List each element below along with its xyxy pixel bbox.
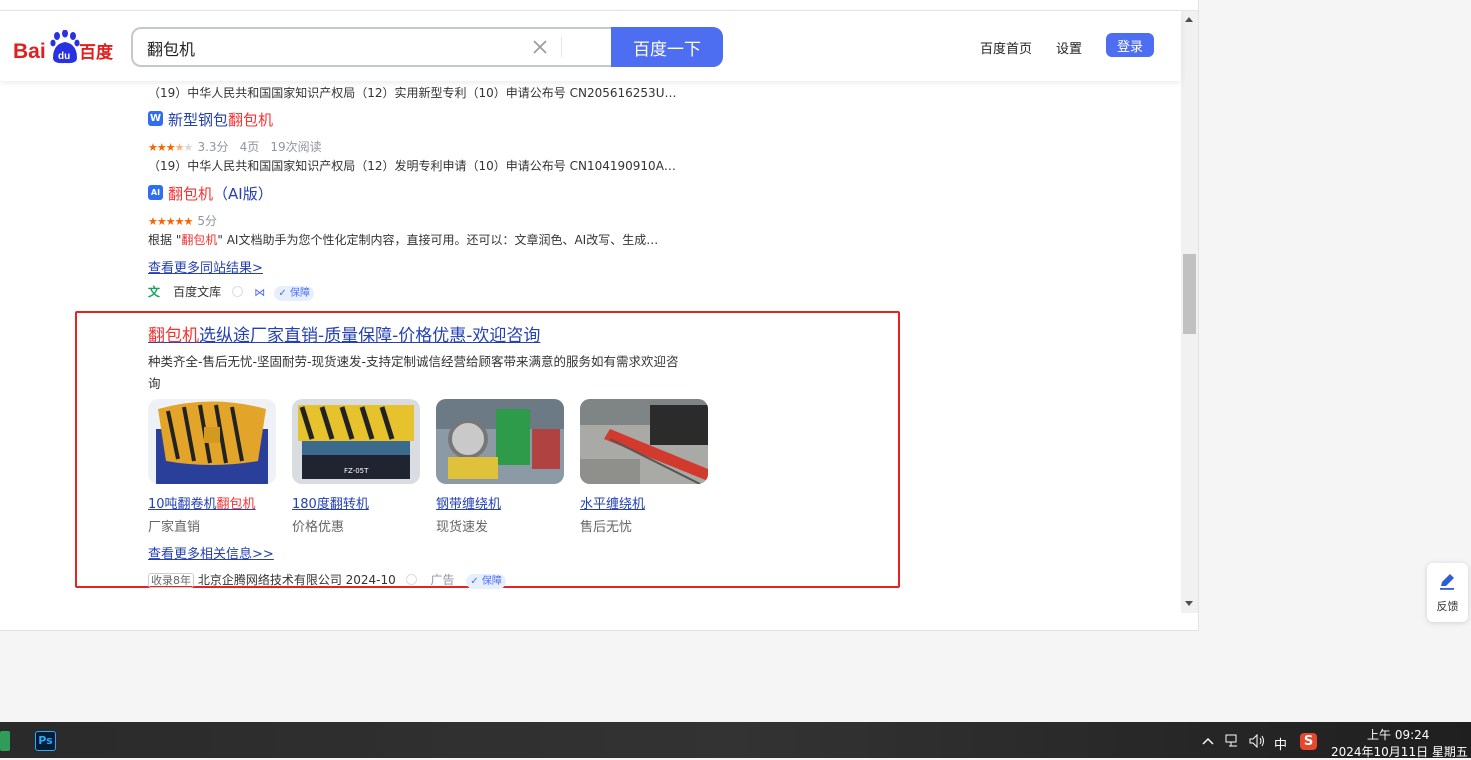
wenku-logo-icon: 文: [148, 285, 161, 299]
paw-icon: du: [50, 29, 80, 64]
result-snippet: （19）中华人民共和国国家知识产权局（12）发明专利申请（10）申请公布号 CN…: [148, 159, 676, 173]
product-label-2[interactable]: 180度翻转机: [292, 493, 369, 512]
svg-text:百度: 百度: [79, 42, 114, 63]
login-button[interactable]: 登录: [1106, 33, 1154, 57]
clock-time[interactable]: 上午 09:24: [1367, 726, 1429, 743]
pen-icon: [1440, 574, 1454, 590]
years-badge: 收录8年: [148, 573, 194, 588]
ime-indicator[interactable]: 中: [1274, 734, 1287, 753]
result-snippet: 根据 "翻包机" AI文档助手为您个性化定制内容，直接可用。还可以：文章润色、A…: [148, 233, 659, 247]
ai-doc-icon: AI: [148, 185, 163, 200]
search-separator: [561, 37, 562, 57]
logo-text-bai: Bai: [13, 40, 46, 63]
network-icon[interactable]: [1225, 734, 1241, 748]
svg-text:FZ-05T: FZ-05T: [344, 467, 369, 475]
product-sub-2: 价格优惠: [292, 520, 345, 535]
ad-company: 北京企腾网络技术有限公司 2024-10: [197, 573, 396, 587]
tray-expand-icon[interactable]: [1202, 737, 1214, 745]
browser-content: Bai du 百度 翻包机 百度一下 百度首页 设置 登录 （19）中华人民共和…: [0, 0, 1199, 631]
more-same-site-link[interactable]: 查看更多同站结果>: [148, 257, 263, 276]
search-header: Bai du 百度 翻包机 百度一下 百度首页 设置 登录: [0, 11, 1181, 81]
more-related-link[interactable]: 查看更多相关信息>>: [148, 543, 274, 562]
product-sub-4: 售后无忧: [580, 520, 633, 535]
result-source: 文 百度文库 ⋈ ✓ 保障: [148, 281, 314, 301]
svg-text:du: du: [58, 51, 70, 62]
feedback-button[interactable]: 反馈: [1427, 563, 1468, 622]
scroll-down-arrow-icon[interactable]: [1185, 601, 1193, 606]
wenku-doc-icon: W: [148, 111, 163, 126]
guarantee-badge[interactable]: ✓ 保障: [466, 574, 506, 589]
product-label-4[interactable]: 水平缠绕机: [580, 493, 645, 512]
bowtie-icon: ⋈: [254, 286, 266, 299]
viewport: Bai du 百度 翻包机 百度一下 百度首页 设置 登录 （19）中华人民共和…: [0, 0, 1468, 697]
photoshop-icon[interactable]: Ps: [35, 731, 56, 751]
product-image-3[interactable]: [436, 399, 564, 484]
ad-label: 广告: [430, 573, 455, 587]
result-title-link[interactable]: 新型钢包翻包机: [168, 109, 273, 130]
ad-title-link[interactable]: 翻包机选纵途厂家直销-质量保障-价格优惠-欢迎咨询: [148, 321, 540, 346]
product-sub-3: 现货速发: [436, 520, 489, 535]
settings-link[interactable]: 设置: [1056, 38, 1082, 57]
product-sub-1: 厂家直销: [148, 520, 201, 535]
result-snippet: （19）中华人民共和国国家知识产权局（12）实用新型专利（10）申请公布号 CN…: [148, 86, 677, 100]
result-meta: ★★★★★ 3.3分 4页 19次阅读: [148, 140, 322, 154]
info-icon[interactable]: [405, 574, 417, 585]
scroll-thumb[interactable]: [1183, 254, 1196, 334]
vertical-scrollbar[interactable]: [1181, 11, 1198, 613]
scroll-up-arrow-icon[interactable]: [1185, 17, 1193, 22]
ad-source: 收录8年 北京企腾网络技术有限公司 2024-10 广告 ✓ 保障: [148, 571, 506, 589]
ad-description: 种类齐全-售后无忧-坚固耐劳-现货速发-支持定制诚信经营给顾客带来满意的服务如有…: [148, 354, 679, 369]
clock-date[interactable]: 2024年10月11日 星期五: [1331, 743, 1468, 760]
taskbar: Ps 中 S 上午 09:24 2024年10月11日 星期五: [0, 722, 1471, 760]
app-icon-partial[interactable]: [0, 731, 10, 751]
baidu-logo[interactable]: Bai du 百度: [12, 29, 118, 66]
product-image-1[interactable]: [148, 399, 276, 484]
feedback-label: 反馈: [1436, 600, 1459, 613]
search-input[interactable]: [147, 37, 517, 59]
result-meta: ★★★★★ 5分: [148, 214, 218, 228]
rating-stars-icon: ★★★★★: [148, 215, 193, 228]
clear-icon[interactable]: [531, 38, 549, 56]
baidu-home-link[interactable]: 百度首页: [980, 38, 1032, 57]
info-icon[interactable]: [232, 286, 244, 297]
ad-description-cont: 询: [148, 376, 161, 391]
guarantee-badge[interactable]: ✓ 保障: [274, 286, 314, 301]
search-button[interactable]: 百度一下: [611, 27, 723, 67]
search-box: [131, 27, 613, 67]
product-label-1[interactable]: 10吨翻卷机翻包机: [148, 493, 256, 512]
result-title-link[interactable]: 翻包机（AI版）: [168, 183, 273, 204]
product-label-3[interactable]: 钢带缠绕机: [436, 493, 501, 512]
volume-icon[interactable]: [1249, 734, 1266, 748]
product-image-4[interactable]: [580, 399, 708, 484]
sogou-ime-icon[interactable]: S: [1300, 733, 1317, 750]
product-image-2[interactable]: FZ-05T: [292, 399, 420, 484]
rating-stars-icon: ★★★★★: [148, 141, 193, 154]
